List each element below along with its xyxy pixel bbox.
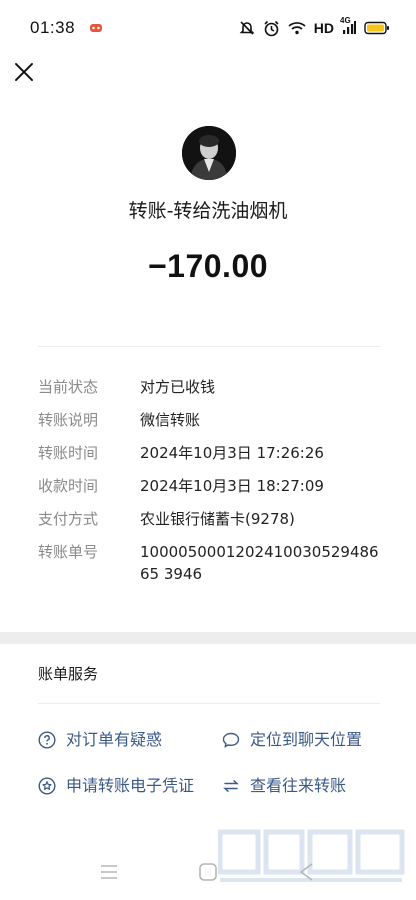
wifi-icon bbox=[288, 21, 306, 35]
detail-label: 支付方式 bbox=[38, 510, 99, 528]
service-label: 查看往来转账 bbox=[250, 776, 347, 795]
status-right: HD 4G bbox=[239, 16, 390, 37]
close-button[interactable] bbox=[12, 60, 36, 84]
transfer-amount: −170.00 bbox=[147, 248, 269, 284]
status-left: 01:38 bbox=[30, 18, 103, 38]
menu-icon bbox=[101, 865, 118, 879]
service-view-transfers[interactable]: 查看往来转账 bbox=[222, 774, 346, 798]
service-label: 申请转账电子凭证 bbox=[66, 776, 195, 795]
close-icon bbox=[15, 63, 33, 81]
service-label: 定位到聊天位置 bbox=[250, 730, 363, 749]
detail-row-transfer-id: 转账单号 100005000120241003052948665 3946 bbox=[38, 541, 388, 585]
home-square-icon bbox=[199, 863, 217, 881]
question-circle-icon bbox=[38, 731, 56, 749]
nav-menu-button[interactable] bbox=[98, 861, 120, 883]
detail-value[interactable]: 100005000120241003052948665 3946 bbox=[140, 541, 388, 585]
avatar[interactable] bbox=[182, 126, 236, 180]
detail-value: 2024年10月3日 18:27:09 bbox=[140, 477, 324, 495]
status-time: 01:38 bbox=[30, 18, 76, 37]
detail-row-payment-method: 支付方式 农业银行储蓄卡(9278) bbox=[38, 508, 388, 530]
swap-arrows-icon bbox=[223, 780, 239, 792]
battery-icon bbox=[364, 21, 390, 35]
alarm-icon bbox=[263, 20, 280, 37]
detail-value: 2024年10月3日 17:26:26 bbox=[140, 444, 324, 462]
detail-row-receive-time: 收款时间 2024年10月3日 18:27:09 bbox=[38, 475, 388, 497]
detail-value: 农业银行储蓄卡(9278) bbox=[140, 510, 295, 528]
chat-bubble-icon bbox=[222, 732, 240, 748]
service-apply-voucher[interactable]: 申请转账电子凭证 bbox=[38, 774, 206, 798]
game-controller-icon bbox=[89, 22, 103, 34]
signal-label: 4G bbox=[340, 16, 351, 25]
detail-row-status: 当前状态 对方已收钱 bbox=[38, 376, 388, 398]
detail-row-transfer-time: 转账时间 2024年10月3日 17:26:26 bbox=[38, 442, 388, 464]
badge-star-icon bbox=[38, 777, 56, 795]
back-triangle-icon bbox=[299, 863, 313, 881]
signal-icon: 4G bbox=[340, 16, 356, 35]
services-header: 账单服务 bbox=[38, 665, 99, 683]
bell-slash-icon bbox=[239, 20, 255, 36]
transfer-title: 转账-转给洗油烟机 bbox=[128, 200, 288, 222]
divider bbox=[38, 346, 380, 347]
section-separator bbox=[0, 632, 416, 644]
nav-back-button[interactable] bbox=[296, 861, 318, 883]
nav-home-button[interactable] bbox=[197, 861, 219, 883]
detail-label: 转账说明 bbox=[38, 411, 99, 429]
detail-row-note: 转账说明 微信转账 bbox=[38, 409, 388, 431]
service-label: 对订单有疑惑 bbox=[66, 730, 163, 749]
detail-value: 对方已收钱 bbox=[140, 378, 216, 396]
detail-label: 转账单号 bbox=[38, 543, 99, 561]
service-locate-chat[interactable]: 定位到聊天位置 bbox=[222, 728, 362, 752]
status-bar: 01:38 HD 4G bbox=[0, 0, 416, 56]
top-bar bbox=[0, 56, 416, 100]
divider bbox=[38, 703, 380, 704]
network-label: HD bbox=[313, 20, 334, 36]
transfer-details: 当前状态 对方已收钱 转账说明 微信转账 转账时间 2024年10月3日 17:… bbox=[38, 376, 388, 596]
detail-label: 转账时间 bbox=[38, 444, 99, 462]
detail-label: 当前状态 bbox=[38, 378, 99, 396]
detail-label: 收款时间 bbox=[38, 477, 99, 495]
system-nav-bar bbox=[0, 852, 416, 892]
detail-value: 微信转账 bbox=[140, 411, 201, 429]
service-order-question[interactable]: 对订单有疑惑 bbox=[38, 728, 162, 752]
